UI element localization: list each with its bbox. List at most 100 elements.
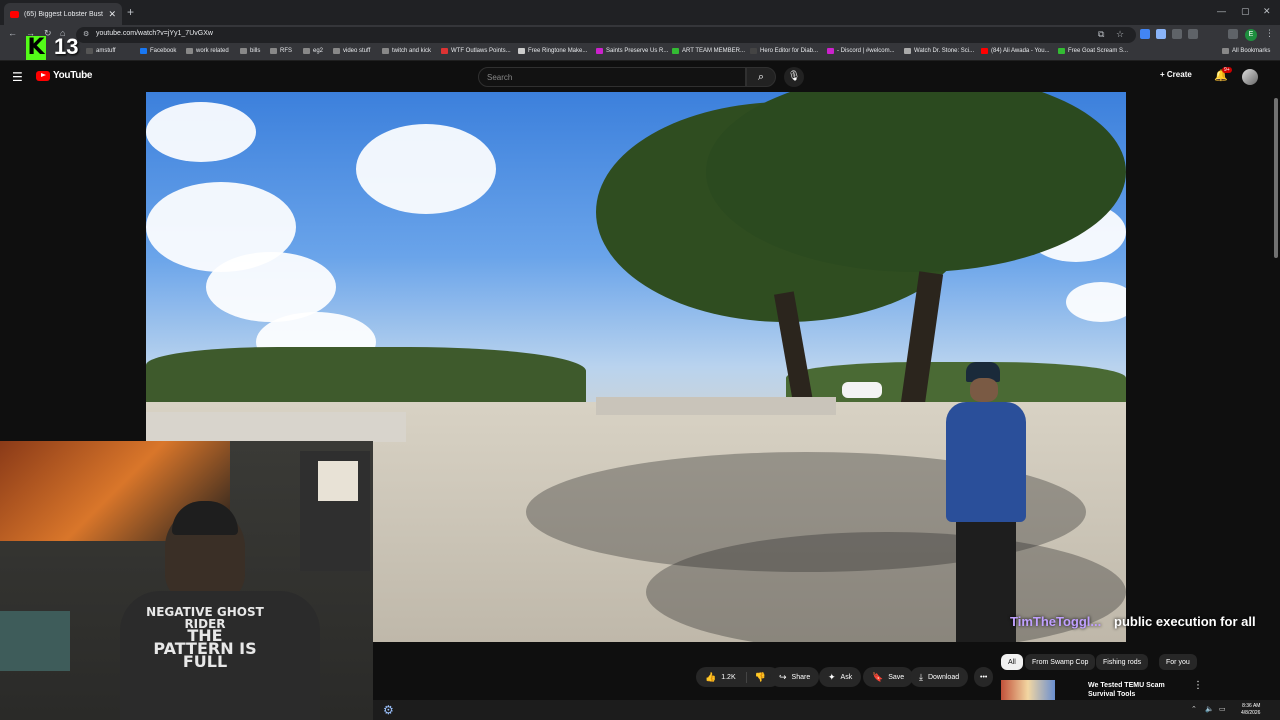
filter-chip[interactable]: Fishing rods: [1096, 654, 1149, 670]
bookmark-item[interactable]: ART TEAM MEMBER...: [672, 48, 745, 54]
bookmark-item[interactable]: video stuff: [333, 48, 370, 54]
bookmark-label: bills: [250, 48, 261, 54]
bookmark-item[interactable]: Hero Editor for Diab...: [750, 48, 818, 54]
extensions-puzzle-icon[interactable]: [1188, 29, 1198, 39]
bookmark-label: Free Ringtone Make...: [528, 48, 588, 54]
profile-avatar[interactable]: E: [1245, 29, 1257, 41]
search-button[interactable]: ⌕: [746, 67, 776, 87]
white-car: [842, 382, 882, 398]
thumbs-down-icon[interactable]: 👎: [745, 671, 766, 683]
scrollbar-thumb[interactable]: [1274, 98, 1278, 258]
bookmark-favicon-icon: [140, 48, 147, 54]
bookmark-item[interactable]: Facebook: [140, 48, 176, 54]
bookmark-item[interactable]: Free Goat Scream S...: [1058, 48, 1128, 54]
youtube-account-avatar[interactable]: [1242, 69, 1258, 85]
dark-pants: [956, 522, 1016, 642]
omnibox[interactable]: ⚙ youtube.com/watch?v=jYy1_7UvGXw ⧉ ☆: [76, 27, 1136, 43]
bookmark-item[interactable]: bills: [240, 48, 260, 54]
close-window-icon[interactable]: ✕: [1263, 6, 1271, 17]
bookmark-item[interactable]: work related: [186, 48, 229, 54]
filter-chip[interactable]: From Swamp Cop: [1025, 654, 1096, 670]
filter-chip[interactable]: For you: [1159, 654, 1197, 670]
browser-tab[interactable]: (65) Biggest Lobster Bust I... ✕: [4, 3, 122, 25]
extension-icon[interactable]: [1172, 29, 1182, 39]
recommendation-thumbnail[interactable]: [1001, 680, 1055, 700]
bookmark-favicon-icon: [186, 48, 193, 54]
system-clock[interactable]: 8:36 AM 4/8/2026: [1241, 703, 1260, 717]
bookmark-label: RFS: [280, 48, 292, 54]
create-button[interactable]: + Create: [1160, 70, 1192, 79]
taskbar: ⚙ ⌃ 🔈 ▭ 8:36 AM 4/8/2026: [373, 700, 1280, 720]
bookmark-favicon-icon: [303, 48, 310, 54]
viewer-count: 13: [54, 34, 79, 59]
bookmark-favicon-icon: [1058, 48, 1065, 54]
more-actions-button[interactable]: •••: [974, 667, 994, 687]
treeline: [146, 347, 586, 407]
cloud: [146, 102, 256, 162]
bookmark-item[interactable]: Saints Preserve Us R...: [596, 48, 668, 54]
ask-label: Ask: [840, 673, 853, 681]
bookmark-item[interactable]: - Discord | #welcom...: [827, 48, 895, 54]
site-info-icon[interactable]: ⚙: [83, 30, 89, 38]
voice-search-button[interactable]: 🎙: [784, 67, 804, 87]
bookmark-item[interactable]: twitch and kick: [382, 48, 431, 54]
share-icon: ↪: [779, 671, 787, 682]
kick-logo: K: [26, 35, 46, 60]
bookmark-favicon-icon: [441, 48, 448, 54]
close-tab-icon[interactable]: ✕: [108, 9, 116, 20]
like-count: 1.2K: [721, 673, 736, 681]
new-tab-icon[interactable]: +: [127, 5, 134, 19]
like-button[interactable]: 👍 1.2K 👎: [696, 667, 780, 687]
all-bookmarks[interactable]: All Bookmarks: [1222, 48, 1270, 54]
speaker-icon[interactable]: 🔈: [1205, 705, 1214, 713]
bookmark-item[interactable]: WTF Outlaws Points...: [441, 48, 511, 54]
bookmark-item[interactable]: (84) Ali Awada - You...: [981, 48, 1050, 54]
bookmark-label: twitch and kick: [392, 48, 432, 54]
download-icon: ⤓: [919, 671, 923, 682]
settings-gear-icon[interactable]: ⚙: [383, 703, 394, 717]
bookmark-item[interactable]: amstuff: [86, 48, 116, 54]
maximize-icon[interactable]: ▢: [1241, 6, 1250, 17]
youtube-header: ☰ YouTube Search ⌕ 🎙 + Create 🔔 9+: [0, 62, 1280, 92]
extension-icon[interactable]: [1156, 29, 1166, 39]
browser-menu-icon[interactable]: ⋮: [1265, 28, 1274, 39]
bookmark-favicon-icon: [827, 48, 834, 54]
ask-button[interactable]: ✦ Ask: [819, 667, 862, 687]
bookmark-favicon-icon: [270, 48, 277, 54]
extension-icon[interactable]: [1140, 29, 1150, 39]
webcam-overlay: NEGATIVE GHOST RIDER THE PATTERN IS FULL: [0, 441, 373, 720]
search-input[interactable]: Search: [478, 67, 746, 87]
bookmark-label: video stuff: [343, 48, 371, 54]
bookmarks-bar: amstuff Facebook work related bills RFS eg2 vi…: [0, 45, 1280, 61]
bookmark-item[interactable]: eg2: [303, 48, 323, 54]
tray-arrow-icon[interactable]: ⌃: [1191, 705, 1197, 713]
downloads-icon[interactable]: [1228, 29, 1238, 39]
desk-item: [0, 611, 70, 671]
minimize-icon[interactable]: —: [1217, 6, 1226, 16]
recommendation-title[interactable]: We Tested TEMU Scam Survival Tools: [1088, 681, 1188, 699]
bookmark-label: WTF Outlaws Points...: [451, 48, 511, 54]
bookmark-item[interactable]: Free Ringtone Make...: [518, 48, 587, 54]
bookmark-favicon-icon: [240, 48, 247, 54]
walking-person: [936, 362, 1036, 642]
network-icon[interactable]: ▭: [1219, 705, 1226, 713]
youtube-logo[interactable]: YouTube: [36, 70, 93, 81]
browser-tab-bar: (65) Biggest Lobster Bust I... ✕ + — ▢ ✕: [0, 0, 1280, 25]
filter-chip[interactable]: All: [1001, 654, 1023, 670]
download-button[interactable]: ⤓ Download: [910, 667, 969, 687]
recommendation-menu-icon[interactable]: ⋮: [1193, 680, 1203, 691]
save-button[interactable]: 🔖 Save: [863, 667, 914, 687]
back-icon[interactable]: ←: [8, 28, 17, 38]
install-icon[interactable]: ⧉: [1098, 29, 1104, 40]
search-placeholder: Search: [487, 73, 513, 82]
bookmark-item[interactable]: RFS: [270, 48, 292, 54]
menu-hamburger-icon[interactable]: ☰: [12, 70, 23, 84]
share-button[interactable]: ↪ Share: [770, 667, 820, 687]
bookmark-star-icon[interactable]: ☆: [1116, 29, 1124, 40]
cloud: [356, 124, 496, 214]
youtube-wordmark: YouTube: [53, 70, 93, 81]
youtube-favicon-icon: [10, 10, 19, 18]
page-scrollbar[interactable]: [1272, 92, 1280, 700]
bookmark-label: (84) Ali Awada - You...: [991, 48, 1050, 54]
bookmark-item[interactable]: Watch Dr. Stone: Sci...: [904, 48, 974, 54]
